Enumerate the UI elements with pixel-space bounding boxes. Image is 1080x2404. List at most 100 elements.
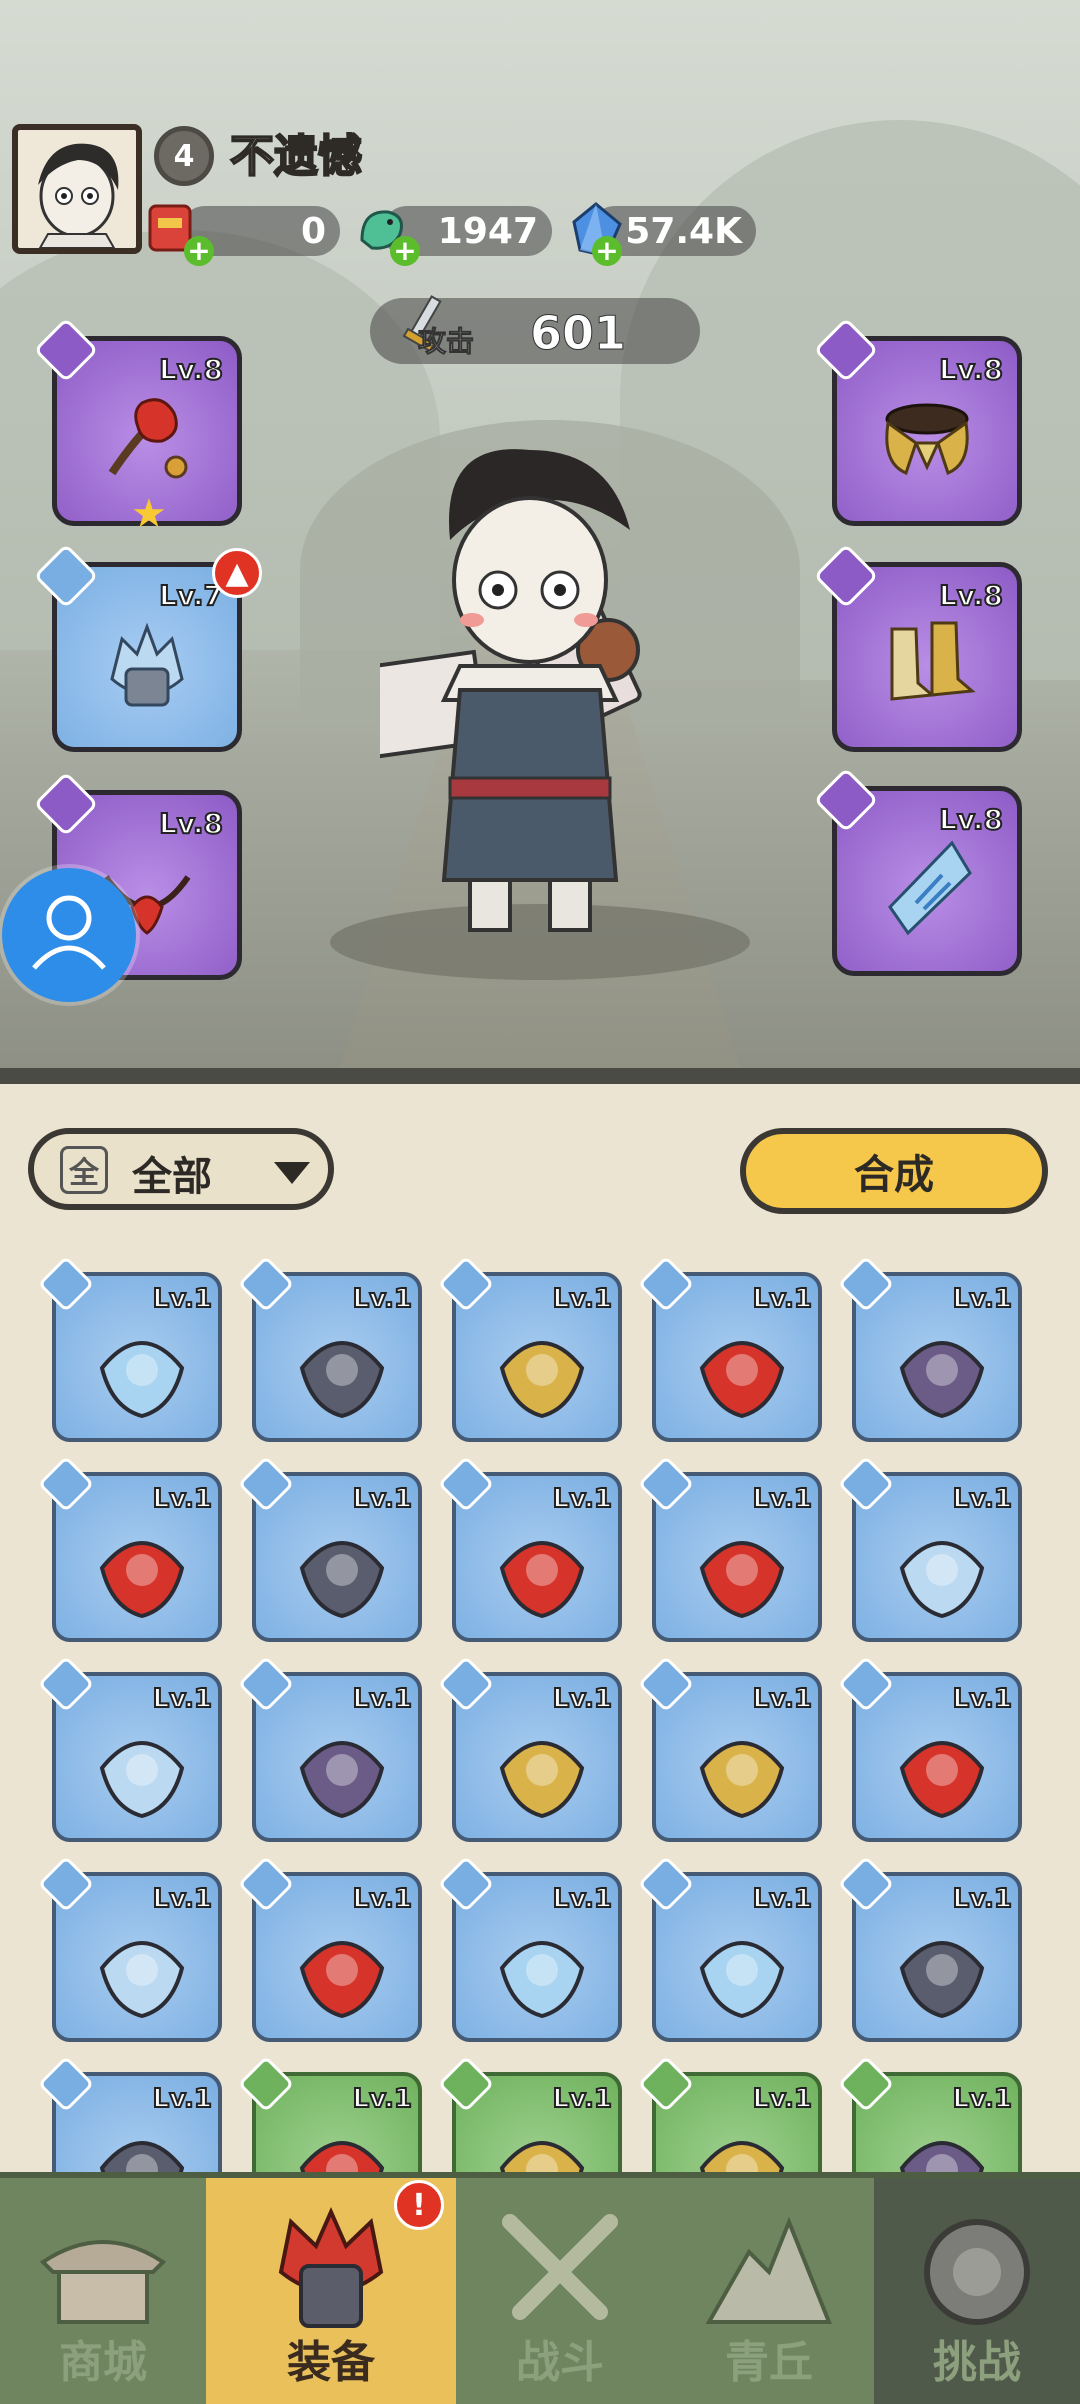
gold-shoulder-armor-icon <box>885 403 969 476</box>
inventory-item-dark-orb-pendant[interactable]: Lv.1 <box>837 1855 1022 2042</box>
item-type-icon <box>437 1455 495 1513</box>
inventory-item-red-helmet[interactable]: Lv.1 <box>637 1255 822 1442</box>
nav-label: 装备 <box>287 2337 375 2388</box>
item-type-icon <box>637 1455 695 1513</box>
equip-level: Lv.8 <box>938 578 1004 613</box>
item-type-icon <box>637 1255 695 1313</box>
nav-tab-shop[interactable]: 商城 <box>0 2178 206 2404</box>
inventory-item-red-shoulder-armor[interactable]: Lv.1 <box>437 1455 622 1642</box>
inventory-item-frost-boots[interactable]: Lv.1 <box>37 1855 222 2042</box>
gold-shoulder-armor-icon <box>499 1741 585 1819</box>
item-type-icon <box>237 1455 295 1513</box>
inventory-item-blue-jade-pendant[interactable]: Lv.1 <box>637 1855 822 2042</box>
equip-slot-shoulder[interactable]: Lv.8 <box>813 317 1022 526</box>
inventory-item-red-boots[interactable]: Lv.1 <box>837 1655 1022 1842</box>
item-type-icon <box>837 1855 895 1913</box>
item-type-icon <box>637 1655 695 1713</box>
equip-level: Lv.8 <box>938 802 1004 837</box>
jade-dragon-value: 1947 <box>437 210 538 252</box>
combine-button[interactable]: 合成 <box>740 1128 1048 1214</box>
blue-jade-pendant-icon <box>699 1941 785 2019</box>
equip-slot-pendant[interactable]: Lv.8 <box>813 767 1022 976</box>
hero-character <box>380 449 642 932</box>
item-type-icon <box>237 1855 295 1913</box>
inventory-item-crossbow[interactable]: Lv.1 <box>37 1255 222 1442</box>
nav-label: 战斗 <box>516 2337 604 2388</box>
item-type-icon <box>837 1455 895 1513</box>
item-type-icon <box>37 1255 95 1313</box>
inventory-item-gold-shoulder-armor[interactable]: Lv.1 <box>637 1655 822 1842</box>
add-blue-crystal-button[interactable]: + <box>592 236 622 266</box>
equip-level: Lv.8 <box>158 806 224 841</box>
item-type-icon <box>837 2055 895 2113</box>
add-red-packet-button[interactable]: + <box>184 236 214 266</box>
inventory-item-red-necklace[interactable]: Lv.1 <box>37 1455 222 1642</box>
inventory-item-red-shoulder-armor[interactable]: Lv.1 <box>637 1455 822 1642</box>
equipment-icon <box>278 2207 384 2328</box>
item-type-icon <box>637 1855 695 1913</box>
blue-jade-pendant-icon <box>499 1941 585 2019</box>
battle-icon <box>502 2214 618 2320</box>
nav-tab-battle[interactable]: 战斗 <box>456 2178 664 2404</box>
equip-level: Lv.8 <box>158 352 224 387</box>
item-type-icon <box>637 2055 695 2113</box>
item-type-icon <box>237 2055 295 2113</box>
nav-label: 商城 <box>59 2337 147 2388</box>
frost-shoulder-armor-icon <box>99 1741 185 1819</box>
inventory-item-gold-shoulder-armor[interactable]: Lv.1 <box>437 1655 622 1842</box>
item-type-icon <box>437 2055 495 2113</box>
nav-label: 挑战 <box>933 2337 1021 2388</box>
blue-jade-pendant-icon <box>888 840 972 936</box>
item-type-icon <box>37 1455 95 1513</box>
equip-slot-helmet[interactable]: Lv.7 <box>33 543 242 752</box>
attack-label: 攻击 <box>417 325 475 359</box>
equip-level: Lv.8 <box>938 352 1004 387</box>
star-icon: ★ <box>131 491 167 537</box>
red-necklace-icon <box>99 1541 185 1619</box>
equipment-alert-badge: ! <box>394 2180 444 2230</box>
red-shoulder-armor-icon <box>699 1541 785 1619</box>
nav-label: 青丘 <box>725 2337 813 2388</box>
inventory-item-frost-shoulder-armor[interactable]: Lv.1 <box>37 1655 222 1842</box>
nav-tab-challenge[interactable]: 挑战 <box>874 2178 1080 2404</box>
dark-necklace-icon <box>299 1541 385 1619</box>
add-jade-dragon-button[interactable]: + <box>390 236 420 266</box>
gold-staff-icon <box>499 1341 585 1419</box>
ice-helmet-icon <box>110 622 184 707</box>
crossbow-icon <box>99 1341 185 1419</box>
upgrade-arrow-icon: ▲ <box>212 548 262 598</box>
inventory-item-dark-necklace[interactable]: Lv.1 <box>237 1455 422 1642</box>
item-type-icon <box>37 1855 95 1913</box>
filter-label: 全部 <box>132 1154 212 1200</box>
qingqiu-icon <box>705 2216 832 2324</box>
blue-crystal-value: 57.4K <box>625 210 742 252</box>
inventory-item-fire-orb-pendant[interactable]: Lv.1 <box>237 1855 422 2042</box>
equip-slot-weapon[interactable]: Lv.8 ★ <box>33 317 242 537</box>
frost-shoulder-armor-icon <box>899 1541 985 1619</box>
red-shoulder-armor-icon <box>499 1541 585 1619</box>
inventory-item-purple-shoulder-armor[interactable]: Lv.1 <box>237 1655 422 1842</box>
item-type-icon <box>37 2055 95 2113</box>
item-type-icon <box>237 1255 295 1313</box>
player-level-badge: 4 <box>154 126 214 186</box>
equip-slot-boots[interactable]: Lv.8 <box>813 543 1022 752</box>
attack-value: 601 <box>529 306 627 361</box>
filter-all-icon: 全 <box>60 1146 108 1194</box>
inventory-item-gold-staff[interactable]: Lv.1 <box>437 1255 622 1442</box>
nav-tab-qingqiu[interactable]: 青丘 <box>664 2178 874 2404</box>
item-type-icon <box>37 1655 95 1713</box>
challenge-icon <box>924 2219 1030 2325</box>
inventory-item-frost-shoulder-armor[interactable]: Lv.1 <box>837 1455 1022 1642</box>
profile-button[interactable] <box>2 868 136 1002</box>
red-packet-value: 0 <box>300 210 326 252</box>
person-icon <box>32 895 106 970</box>
purple-helmet-icon <box>899 1341 985 1419</box>
gold-shoulder-armor-icon <box>699 1741 785 1819</box>
player-avatar[interactable] <box>12 124 142 254</box>
item-type-icon <box>837 1655 895 1713</box>
shop-icon <box>39 2240 167 2324</box>
equip-level: Lv.7 <box>158 578 224 613</box>
inventory-item-hammer[interactable]: Lv.1 <box>237 1255 422 1442</box>
inventory-item-blue-jade-pendant[interactable]: Lv.1 <box>437 1855 622 2042</box>
inventory-item-purple-helmet[interactable]: Lv.1 <box>837 1255 1022 1442</box>
